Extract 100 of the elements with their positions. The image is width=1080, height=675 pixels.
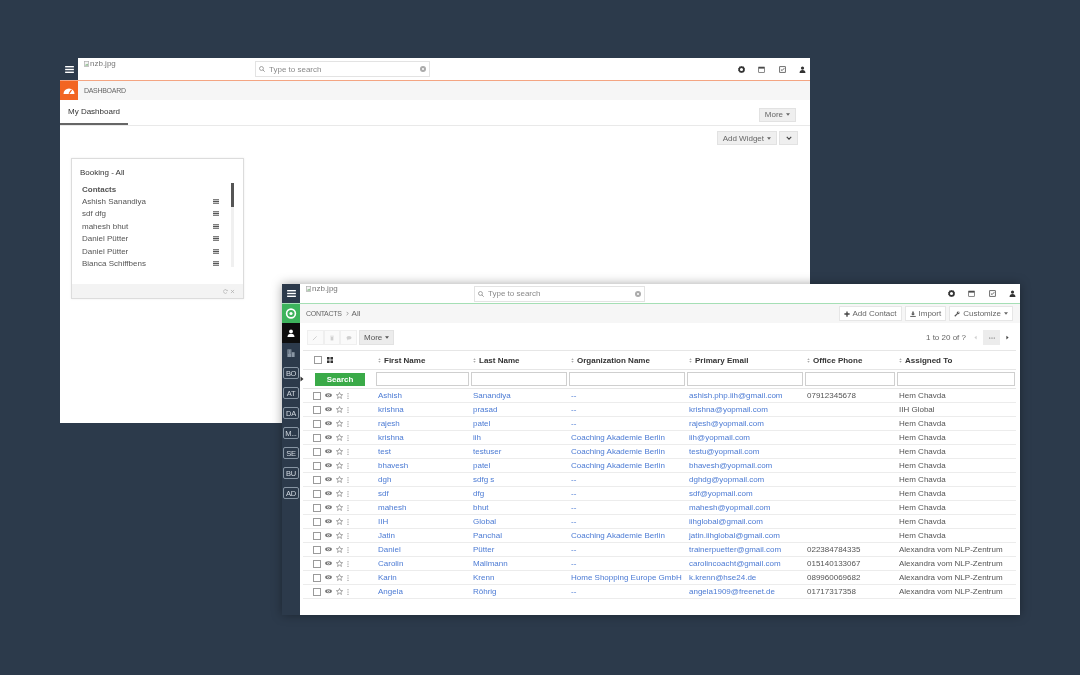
- star-icon[interactable]: [336, 476, 343, 483]
- last-name-link[interactable]: Mallmann: [473, 559, 508, 568]
- expand-button[interactable]: [779, 131, 798, 145]
- row-checkbox[interactable]: [313, 391, 321, 400]
- eye-icon[interactable]: [325, 505, 332, 510]
- star-icon[interactable]: [336, 532, 343, 539]
- column-header[interactable]: Primary Email: [695, 355, 749, 365]
- sort-icon[interactable]: [473, 357, 476, 363]
- star-icon[interactable]: [336, 504, 343, 511]
- email-link[interactable]: bhavesh@yopmail.com: [689, 461, 773, 470]
- email-link[interactable]: dghdg@yopmail.com: [689, 475, 765, 484]
- add-widget-button[interactable]: Add Widget: [716, 131, 777, 145]
- column-header[interactable]: Assigned To: [905, 355, 953, 365]
- star-icon[interactable]: [336, 420, 343, 427]
- email-link[interactable]: iihglobal@gmail.com: [689, 517, 763, 526]
- first-name-link[interactable]: Angela: [378, 587, 403, 596]
- eye-icon[interactable]: [325, 561, 332, 566]
- first-name-link[interactable]: Ashish: [378, 391, 402, 400]
- email-link[interactable]: iih@yopmail.com: [689, 433, 751, 442]
- row-checkbox[interactable]: [313, 433, 321, 442]
- eye-icon[interactable]: [325, 533, 332, 538]
- row-checkbox[interactable]: [313, 489, 321, 498]
- first-name-link[interactable]: rajesh: [378, 419, 400, 428]
- last-name-link[interactable]: patel: [473, 461, 491, 470]
- sort-icon[interactable]: [378, 357, 381, 363]
- star-icon[interactable]: [336, 406, 343, 413]
- filter-input[interactable]: [569, 372, 685, 386]
- email-link[interactable]: ashish.php.iih@gmail.com: [689, 391, 783, 400]
- first-name-link[interactable]: mahesh: [378, 503, 407, 512]
- clear-icon[interactable]: [420, 66, 426, 72]
- sidebar-item[interactable]: [282, 323, 300, 343]
- search-field[interactable]: Type to search: [474, 285, 645, 302]
- sort-icon[interactable]: [899, 357, 902, 363]
- settings-icon[interactable]: [737, 65, 745, 73]
- email-link[interactable]: rajesh@yopmail.com: [689, 419, 764, 428]
- sort-icon[interactable]: [571, 357, 574, 363]
- close-icon[interactable]: [230, 288, 235, 294]
- filter-input[interactable]: [897, 372, 1015, 386]
- checked-box-icon[interactable]: [778, 65, 786, 73]
- email-link[interactable]: carolincoacht@gmail.com: [689, 559, 781, 568]
- first-name-link[interactable]: Daniel: [378, 545, 401, 554]
- eye-icon[interactable]: [325, 589, 332, 594]
- row-checkbox[interactable]: [313, 447, 321, 456]
- refresh-icon[interactable]: [223, 288, 228, 294]
- row-checkbox[interactable]: [313, 573, 321, 582]
- column-header[interactable]: Organization Name: [577, 355, 650, 365]
- row-checkbox[interactable]: [313, 531, 321, 540]
- first-name-link[interactable]: Carolin: [378, 559, 404, 568]
- star-icon[interactable]: [336, 560, 343, 567]
- filter-input[interactable]: [805, 372, 895, 386]
- star-icon[interactable]: [336, 392, 343, 399]
- email-link[interactable]: trainerpuetter@gmail.com: [689, 545, 782, 554]
- first-name-link[interactable]: dgh: [378, 475, 392, 484]
- row-checkbox[interactable]: [313, 559, 321, 568]
- dashboard-tab[interactable]: My Dashboard: [60, 100, 129, 125]
- eye-icon[interactable]: [325, 575, 332, 580]
- page-jump-button[interactable]: [983, 330, 1000, 345]
- column-header[interactable]: Office Phone: [813, 355, 863, 365]
- filter-input[interactable]: [471, 372, 567, 386]
- row-checkbox[interactable]: [313, 461, 321, 470]
- eye-icon[interactable]: [325, 407, 332, 412]
- eye-icon[interactable]: [325, 519, 332, 524]
- eye-icon[interactable]: [325, 449, 332, 454]
- first-name-link[interactable]: sdf: [378, 489, 389, 498]
- last-name-link[interactable]: Krenn: [473, 573, 495, 582]
- contact-name[interactable]: Ashish Sanandiya: [82, 197, 147, 207]
- eye-icon[interactable]: [325, 393, 332, 398]
- calendar-icon[interactable]: [758, 65, 765, 73]
- eye-icon[interactable]: [325, 477, 332, 482]
- star-icon[interactable]: [336, 574, 343, 581]
- email-link[interactable]: angela1909@freenet.de: [689, 587, 775, 596]
- last-name-link[interactable]: Röhrig: [473, 587, 497, 596]
- first-name-link[interactable]: IIH: [378, 517, 389, 526]
- last-name-link[interactable]: sdfg s: [473, 475, 495, 484]
- row-checkbox[interactable]: [313, 545, 321, 554]
- contact-name[interactable]: Bianca Schiffbens: [82, 259, 146, 269]
- list-icon[interactable]: [213, 261, 219, 267]
- email-link[interactable]: mahesh@yopmail.com: [689, 503, 771, 512]
- contact-name[interactable]: sdf dfg: [82, 209, 106, 219]
- contact-name[interactable]: Daniel Pütter: [82, 234, 129, 244]
- column-header[interactable]: Last Name: [479, 355, 520, 365]
- more-button[interactable]: More: [758, 107, 796, 122]
- list-icon[interactable]: [213, 236, 219, 242]
- email-link[interactable]: testu@yopmail.com: [689, 447, 760, 456]
- last-name-link[interactable]: Panchal: [473, 531, 502, 540]
- last-name-link[interactable]: Sanandiya: [473, 391, 511, 400]
- list-icon[interactable]: [213, 211, 219, 217]
- first-name-link[interactable]: krishna: [378, 433, 404, 442]
- sort-icon[interactable]: [807, 357, 810, 363]
- contact-name[interactable]: Daniel Pütter: [82, 246, 129, 256]
- eye-icon[interactable]: [325, 463, 332, 468]
- settings-icon[interactable]: [947, 290, 955, 297]
- first-name-link[interactable]: bhavesh: [378, 461, 409, 470]
- first-name-link[interactable]: krishna: [378, 405, 404, 414]
- email-link[interactable]: sdf@yopmail.com: [689, 489, 753, 498]
- email-link[interactable]: jatin.iihglobal@gmail.com: [689, 531, 780, 540]
- last-name-link[interactable]: prasad: [473, 405, 498, 414]
- last-name-link[interactable]: testuser: [473, 447, 502, 456]
- last-name-link[interactable]: patel: [473, 419, 491, 428]
- list-icon[interactable]: [213, 248, 219, 254]
